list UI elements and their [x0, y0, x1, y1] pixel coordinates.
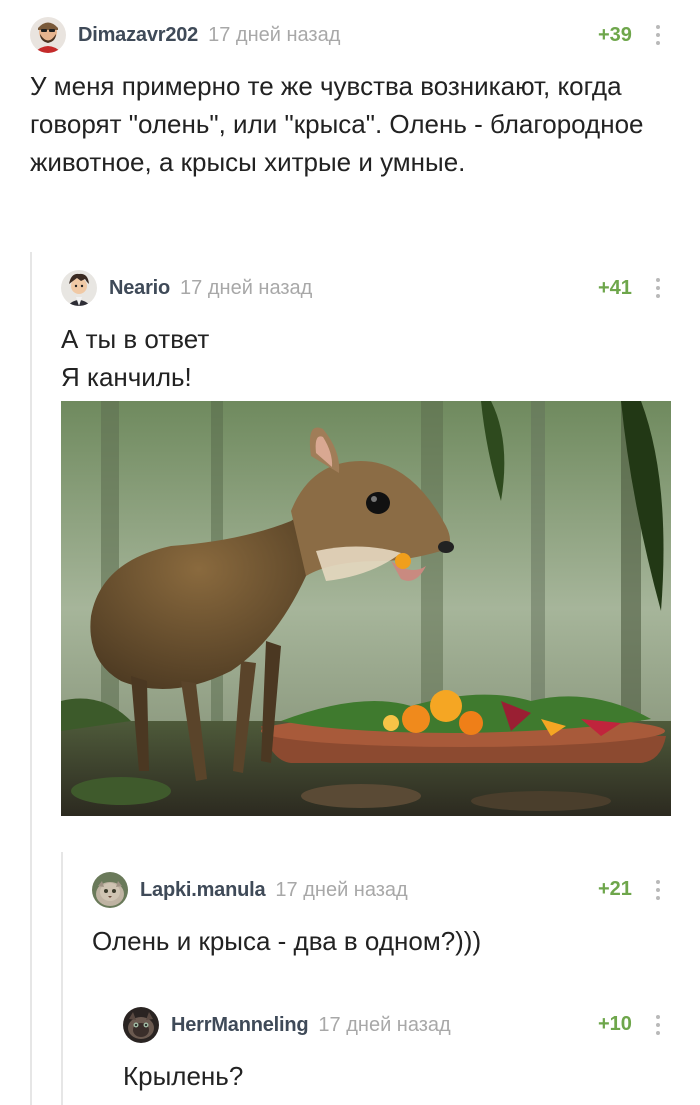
- avatar[interactable]: [123, 1007, 159, 1043]
- comment-neario: Neario 17 дней назад +41 А ты в ответ Я …: [0, 250, 700, 830]
- timestamp: 17 дней назад: [275, 878, 408, 901]
- comment-header: HerrManneling 17 дней назад: [123, 1007, 451, 1043]
- comment-text: Крылень?: [123, 1061, 244, 1091]
- timestamp: 17 дней назад: [180, 276, 313, 299]
- avatar[interactable]: [92, 872, 128, 908]
- more-options-icon[interactable]: [656, 278, 660, 302]
- rating: +39: [598, 24, 632, 46]
- comment-herrmanneling: HerrManneling 17 дней назад +10 Крылень?: [0, 985, 700, 1105]
- comment-lapki-manula: Lapki.manula 17 дней назад +21 Олень и к…: [0, 850, 700, 980]
- avatar-manul-cat-icon: [92, 872, 128, 908]
- username[interactable]: Neario: [109, 277, 170, 300]
- timestamp: 17 дней назад: [318, 1013, 451, 1036]
- timestamp: 17 дней назад: [208, 23, 341, 46]
- rating: +41: [598, 277, 632, 299]
- comment-text: Олень и крыса - два в одном?))): [92, 926, 482, 956]
- comment-header: Lapki.manula 17 дней назад: [92, 872, 408, 908]
- rating: +21: [598, 878, 632, 900]
- avatar[interactable]: [61, 270, 97, 306]
- comment-header: Neario 17 дней назад: [61, 270, 312, 306]
- username[interactable]: Lapki.manula: [140, 879, 266, 902]
- username[interactable]: Dimazavr202: [78, 24, 198, 47]
- avatar-dark-cat-icon: [123, 1007, 159, 1043]
- more-options-icon[interactable]: [656, 1015, 660, 1039]
- username[interactable]: HerrManneling: [171, 1014, 309, 1037]
- comment-text: У меня примерно те же чувства возникают,…: [30, 71, 644, 177]
- mouse-deer-eating-photo: [61, 401, 671, 816]
- avatar[interactable]: [30, 17, 66, 53]
- comment-dimazavr202: Dimazavr202 17 дней назад +39 У меня при…: [0, 0, 700, 230]
- more-options-icon[interactable]: [656, 25, 660, 49]
- more-options-icon[interactable]: [656, 880, 660, 904]
- comment-header: Dimazavr202 17 дней назад: [30, 17, 340, 53]
- avatar-bearded-man-icon: [30, 17, 66, 53]
- comment-text: А ты в ответ Я канчиль!: [61, 324, 210, 392]
- rating: +10: [598, 1013, 632, 1035]
- avatar-anime-man-icon: [61, 270, 97, 306]
